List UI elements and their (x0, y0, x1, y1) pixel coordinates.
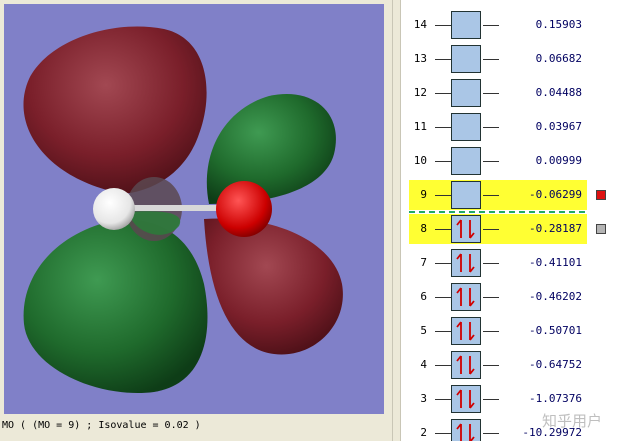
mo-energy: 0.06682 (535, 52, 582, 65)
electron-pair-icon (456, 423, 475, 441)
mo-energy: 0.00999 (535, 154, 582, 167)
mo-level-14[interactable]: 14 0.15903 (401, 10, 640, 40)
mo-energy: -0.06299 (529, 188, 582, 201)
electron-pair-icon (456, 321, 475, 341)
mo-level-number: 7 (420, 256, 427, 269)
level-line-left (435, 25, 451, 26)
mo-level-number: 9 (420, 188, 427, 201)
orbital-rendering (23, 26, 343, 394)
mo-level-11[interactable]: 11 0.03967 (401, 112, 640, 142)
mo-energy: 0.04488 (535, 86, 582, 99)
occupied-orbital-box[interactable] (451, 215, 481, 243)
mo-level-number: 5 (420, 324, 427, 337)
level-line-left (435, 93, 451, 94)
homo-marker (596, 224, 606, 234)
mo-level-8[interactable]: 8 -0.28187 (409, 214, 587, 244)
level-line-right (483, 25, 499, 26)
empty-orbital-box[interactable] (451, 45, 481, 73)
mo-level-number: 4 (420, 358, 427, 371)
electron-pair-icon (456, 389, 475, 409)
orbital-lobe-lower-left (23, 219, 208, 394)
electron-pair-icon (456, 287, 475, 307)
mo-level-number: 10 (413, 154, 427, 167)
mo-level-9[interactable]: 9 -0.06299 (409, 180, 587, 210)
lumo-marker (596, 190, 606, 200)
orbital-lobe-upper-left (23, 26, 207, 194)
level-line-left (435, 59, 451, 60)
mo-energy: -0.28187 (529, 222, 582, 235)
occupied-orbital-box[interactable] (451, 317, 481, 345)
mo-level-number: 14 (413, 18, 427, 31)
mo-level-number: 3 (420, 392, 427, 405)
level-line-right (483, 59, 499, 60)
mo-level-12[interactable]: 12 0.04488 (401, 78, 640, 108)
mo-level-5[interactable]: 5 -0.50701 (401, 316, 640, 346)
level-line-left (435, 195, 451, 196)
electron-pair-icon (456, 355, 475, 375)
electron-pair-icon (456, 219, 475, 239)
mo-energy-diagram[interactable]: 14 0.15903 13 0.06682 12 0.04488 11 0.03967 10 0.… (401, 0, 640, 441)
mo-level-13[interactable]: 13 0.06682 (401, 44, 640, 74)
mo-level-10[interactable]: 10 0.00999 (401, 146, 640, 176)
mo-level-2[interactable]: 2 -10.29972 (401, 418, 640, 441)
level-line-right (483, 195, 499, 196)
occupied-orbital-box[interactable] (451, 385, 481, 413)
level-line-right (483, 93, 499, 94)
mo-energy: 0.03967 (535, 120, 582, 133)
mo-level-number: 12 (413, 86, 427, 99)
mo-level-3[interactable]: 3 -1.07376 (401, 384, 640, 414)
level-line-left (435, 161, 451, 162)
orbital-lobe-lower-right (204, 218, 343, 355)
level-line-left (435, 127, 451, 128)
level-line-right (483, 229, 499, 230)
level-line-right (483, 365, 499, 366)
mo-level-6[interactable]: 6 -0.46202 (401, 282, 640, 312)
level-line-left (435, 297, 451, 298)
empty-orbital-box[interactable] (451, 11, 481, 39)
mo-energy: -0.50701 (529, 324, 582, 337)
level-line-right (483, 433, 499, 434)
level-line-left (435, 433, 451, 434)
level-line-right (483, 399, 499, 400)
occupied-orbital-box[interactable] (451, 283, 481, 311)
mo-energy: -0.64752 (529, 358, 582, 371)
hydrogen-atom (93, 188, 135, 230)
level-line-left (435, 399, 451, 400)
level-line-left (435, 365, 451, 366)
mo-energy: 0.15903 (535, 18, 582, 31)
mo-energy: -0.46202 (529, 290, 582, 303)
mo-level-number: 11 (413, 120, 427, 133)
empty-orbital-box[interactable] (451, 181, 481, 209)
occupied-orbital-box[interactable] (451, 249, 481, 277)
mo-level-7[interactable]: 7 -0.41101 (401, 248, 640, 278)
level-line-left (435, 263, 451, 264)
mo-level-4[interactable]: 4 -0.64752 (401, 350, 640, 380)
status-bar: MO ( (MO = 9) ; Isovalue = 0.02 ) (2, 420, 201, 431)
watermark: 知乎用户 (542, 412, 603, 430)
splitter[interactable] (392, 0, 401, 441)
oxygen-atom (216, 181, 272, 237)
occupied-orbital-box[interactable] (451, 351, 481, 379)
mo-level-number: 8 (420, 222, 427, 235)
level-line-right (483, 297, 499, 298)
level-line-right (483, 263, 499, 264)
level-line-right (483, 127, 499, 128)
electron-pair-icon (456, 253, 475, 273)
level-line-right (483, 331, 499, 332)
mo-level-number: 13 (413, 52, 427, 65)
homo-lumo-divider (409, 211, 585, 213)
mo-level-number: 6 (420, 290, 427, 303)
mo-level-number: 2 (420, 426, 427, 439)
empty-orbital-box[interactable] (451, 79, 481, 107)
level-line-left (435, 331, 451, 332)
molecular-orbital-viewer[interactable] (4, 4, 384, 414)
empty-orbital-box[interactable] (451, 147, 481, 175)
level-line-right (483, 161, 499, 162)
empty-orbital-box[interactable] (451, 113, 481, 141)
level-line-left (435, 229, 451, 230)
mo-energy: -0.41101 (529, 256, 582, 269)
occupied-orbital-box[interactable] (451, 419, 481, 441)
